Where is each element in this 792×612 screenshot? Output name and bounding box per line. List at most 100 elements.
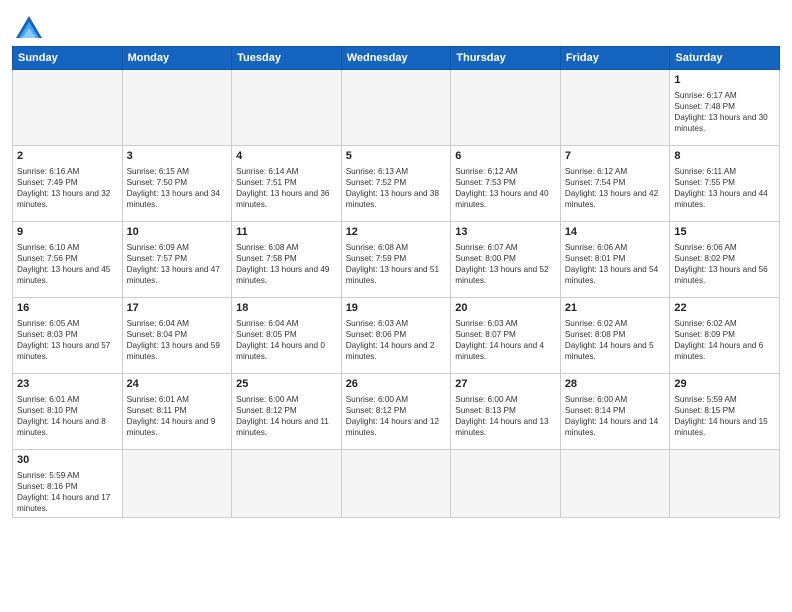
calendar-cell: 4Sunrise: 6:14 AMSunset: 7:51 PMDaylight…	[232, 146, 342, 222]
calendar-cell	[232, 450, 342, 518]
day-number: 3	[127, 149, 228, 164]
day-info: Sunrise: 6:01 AMSunset: 8:11 PMDaylight:…	[127, 395, 216, 437]
day-info: Sunrise: 6:00 AMSunset: 8:13 PMDaylight:…	[455, 395, 548, 437]
calendar-cell: 27 Sunrise: 6:00 AMSunset: 8:13 PMDayligh…	[451, 374, 561, 450]
calendar-cell: 18 Sunrise: 6:04 AMSunset: 8:05 PMDayligh…	[232, 298, 342, 374]
day-number: 10	[127, 225, 228, 240]
day-number: 14	[565, 225, 666, 240]
day-info: Sunrise: 6:12 AMSunset: 7:54 PMDaylight:…	[565, 167, 658, 209]
col-header-tuesday: Tuesday	[232, 47, 342, 70]
calendar-week-5: 23 Sunrise: 6:01 AMSunset: 8:10 PMDayligh…	[13, 374, 780, 450]
page: SundayMondayTuesdayWednesdayThursdayFrid…	[0, 0, 792, 612]
calendar-cell	[232, 70, 342, 146]
calendar-cell: 17 Sunrise: 6:04 AMSunset: 8:04 PMDayligh…	[122, 298, 232, 374]
day-info: Sunrise: 6:05 AMSunset: 8:03 PMDaylight:…	[17, 319, 110, 361]
col-header-friday: Friday	[560, 47, 670, 70]
col-header-thursday: Thursday	[451, 47, 561, 70]
calendar-cell	[341, 450, 451, 518]
day-number: 19	[346, 301, 447, 316]
day-info: Sunrise: 6:12 AMSunset: 7:53 PMDaylight:…	[455, 167, 548, 209]
day-number: 27	[455, 377, 556, 392]
calendar-cell: 3 Sunrise: 6:15 AMSunset: 7:50 PMDaylight…	[122, 146, 232, 222]
day-info: Sunrise: 6:00 AMSunset: 8:12 PMDaylight:…	[236, 395, 329, 437]
calendar-cell	[122, 70, 232, 146]
day-info: Sunrise: 6:08 AMSunset: 7:58 PMDaylight:…	[236, 243, 329, 285]
day-number: 13	[455, 225, 556, 240]
day-number: 11	[236, 225, 337, 240]
col-header-saturday: Saturday	[670, 47, 780, 70]
col-header-sunday: Sunday	[13, 47, 123, 70]
col-header-wednesday: Wednesday	[341, 47, 451, 70]
day-info: Sunrise: 5:59 AMSunset: 8:15 PMDaylight:…	[674, 395, 767, 437]
calendar-cell: 10 Sunrise: 6:09 AMSunset: 7:57 PMDayligh…	[122, 222, 232, 298]
calendar-cell: 11 Sunrise: 6:08 AMSunset: 7:58 PMDayligh…	[232, 222, 342, 298]
calendar-week-6: 30Sunrise: 5:59 AMSunset: 8:16 PMDayligh…	[13, 450, 780, 518]
calendar-cell: 21 Sunrise: 6:02 AMSunset: 8:08 PMDayligh…	[560, 298, 670, 374]
calendar-cell	[560, 70, 670, 146]
day-number: 17	[127, 301, 228, 316]
calendar-cell: 20 Sunrise: 6:03 AMSunset: 8:07 PMDayligh…	[451, 298, 561, 374]
header	[12, 10, 780, 40]
day-number: 16	[17, 301, 118, 316]
calendar-cell: 8 Sunrise: 6:11 AMSunset: 7:55 PMDaylight…	[670, 146, 780, 222]
day-number: 21	[565, 301, 666, 316]
calendar-cell: 2 Sunrise: 6:16 AMSunset: 7:49 PMDaylight…	[13, 146, 123, 222]
day-number: 6	[455, 149, 556, 164]
col-header-monday: Monday	[122, 47, 232, 70]
calendar-cell: 7 Sunrise: 6:12 AMSunset: 7:54 PMDaylight…	[560, 146, 670, 222]
day-info: Sunrise: 6:09 AMSunset: 7:57 PMDaylight:…	[127, 243, 220, 285]
day-number: 12	[346, 225, 447, 240]
day-number: 28	[565, 377, 666, 392]
day-number: 15	[674, 225, 775, 240]
calendar-cell: 16 Sunrise: 6:05 AMSunset: 8:03 PMDayligh…	[13, 298, 123, 374]
day-number: 22	[674, 301, 775, 316]
calendar-cell	[122, 450, 232, 518]
day-number: 20	[455, 301, 556, 316]
day-info: Sunrise: 6:04 AMSunset: 8:04 PMDaylight:…	[127, 319, 220, 361]
day-info: Sunrise: 6:04 AMSunset: 8:05 PMDaylight:…	[236, 319, 325, 361]
calendar-table: SundayMondayTuesdayWednesdayThursdayFrid…	[12, 46, 780, 518]
calendar-week-3: 9 Sunrise: 6:10 AMSunset: 7:56 PMDaylight…	[13, 222, 780, 298]
calendar-cell: 23 Sunrise: 6:01 AMSunset: 8:10 PMDayligh…	[13, 374, 123, 450]
day-number: 8	[674, 149, 775, 164]
calendar-cell: 19Sunrise: 6:03 AMSunset: 8:06 PMDayligh…	[341, 298, 451, 374]
day-info: Sunrise: 6:02 AMSunset: 8:08 PMDaylight:…	[565, 319, 654, 361]
calendar-cell: 5Sunrise: 6:13 AMSunset: 7:52 PMDaylight…	[341, 146, 451, 222]
day-number: 7	[565, 149, 666, 164]
day-number: 18	[236, 301, 337, 316]
day-info: Sunrise: 6:08 AMSunset: 7:59 PMDaylight:…	[346, 243, 439, 285]
day-info: Sunrise: 6:03 AMSunset: 8:07 PMDaylight:…	[455, 319, 544, 361]
day-info: Sunrise: 6:01 AMSunset: 8:10 PMDaylight:…	[17, 395, 106, 437]
logo	[12, 14, 44, 40]
day-info: Sunrise: 6:00 AMSunset: 8:14 PMDaylight:…	[565, 395, 658, 437]
day-number: 2	[17, 149, 118, 164]
day-info: Sunrise: 6:00 AMSunset: 8:12 PMDaylight:…	[346, 395, 439, 437]
day-info: Sunrise: 6:11 AMSunset: 7:55 PMDaylight:…	[674, 167, 767, 209]
day-info: Sunrise: 6:06 AMSunset: 8:01 PMDaylight:…	[565, 243, 658, 285]
calendar-cell: 25Sunrise: 6:00 AMSunset: 8:12 PMDayligh…	[232, 374, 342, 450]
calendar-cell	[341, 70, 451, 146]
day-info: Sunrise: 6:07 AMSunset: 8:00 PMDaylight:…	[455, 243, 548, 285]
day-number: 9	[17, 225, 118, 240]
calendar-week-4: 16 Sunrise: 6:05 AMSunset: 8:03 PMDayligh…	[13, 298, 780, 374]
calendar-cell: 12 Sunrise: 6:08 AMSunset: 7:59 PMDayligh…	[341, 222, 451, 298]
calendar-cell: 13 Sunrise: 6:07 AMSunset: 8:00 PMDayligh…	[451, 222, 561, 298]
calendar-cell: 22 Sunrise: 6:02 AMSunset: 8:09 PMDayligh…	[670, 298, 780, 374]
day-number: 23	[17, 377, 118, 392]
day-info: Sunrise: 6:17 AMSunset: 7:48 PMDaylight:…	[674, 91, 767, 133]
logo-icon	[14, 14, 44, 40]
calendar-cell: 28 Sunrise: 6:00 AMSunset: 8:14 PMDayligh…	[560, 374, 670, 450]
day-info: Sunrise: 6:10 AMSunset: 7:56 PMDaylight:…	[17, 243, 110, 285]
day-info: Sunrise: 6:16 AMSunset: 7:49 PMDaylight:…	[17, 167, 110, 209]
calendar-cell	[451, 450, 561, 518]
day-number: 1	[674, 73, 775, 88]
day-info: Sunrise: 6:02 AMSunset: 8:09 PMDaylight:…	[674, 319, 763, 361]
calendar-header-row: SundayMondayTuesdayWednesdayThursdayFrid…	[13, 47, 780, 70]
calendar-cell: 24Sunrise: 6:01 AMSunset: 8:11 PMDayligh…	[122, 374, 232, 450]
calendar-cell: 26Sunrise: 6:00 AMSunset: 8:12 PMDayligh…	[341, 374, 451, 450]
calendar-cell: 15Sunrise: 6:06 AMSunset: 8:02 PMDayligh…	[670, 222, 780, 298]
day-info: Sunrise: 6:15 AMSunset: 7:50 PMDaylight:…	[127, 167, 220, 209]
calendar-cell: 14 Sunrise: 6:06 AMSunset: 8:01 PMDayligh…	[560, 222, 670, 298]
calendar-cell: 6 Sunrise: 6:12 AMSunset: 7:53 PMDaylight…	[451, 146, 561, 222]
day-info: Sunrise: 6:14 AMSunset: 7:51 PMDaylight:…	[236, 167, 329, 209]
